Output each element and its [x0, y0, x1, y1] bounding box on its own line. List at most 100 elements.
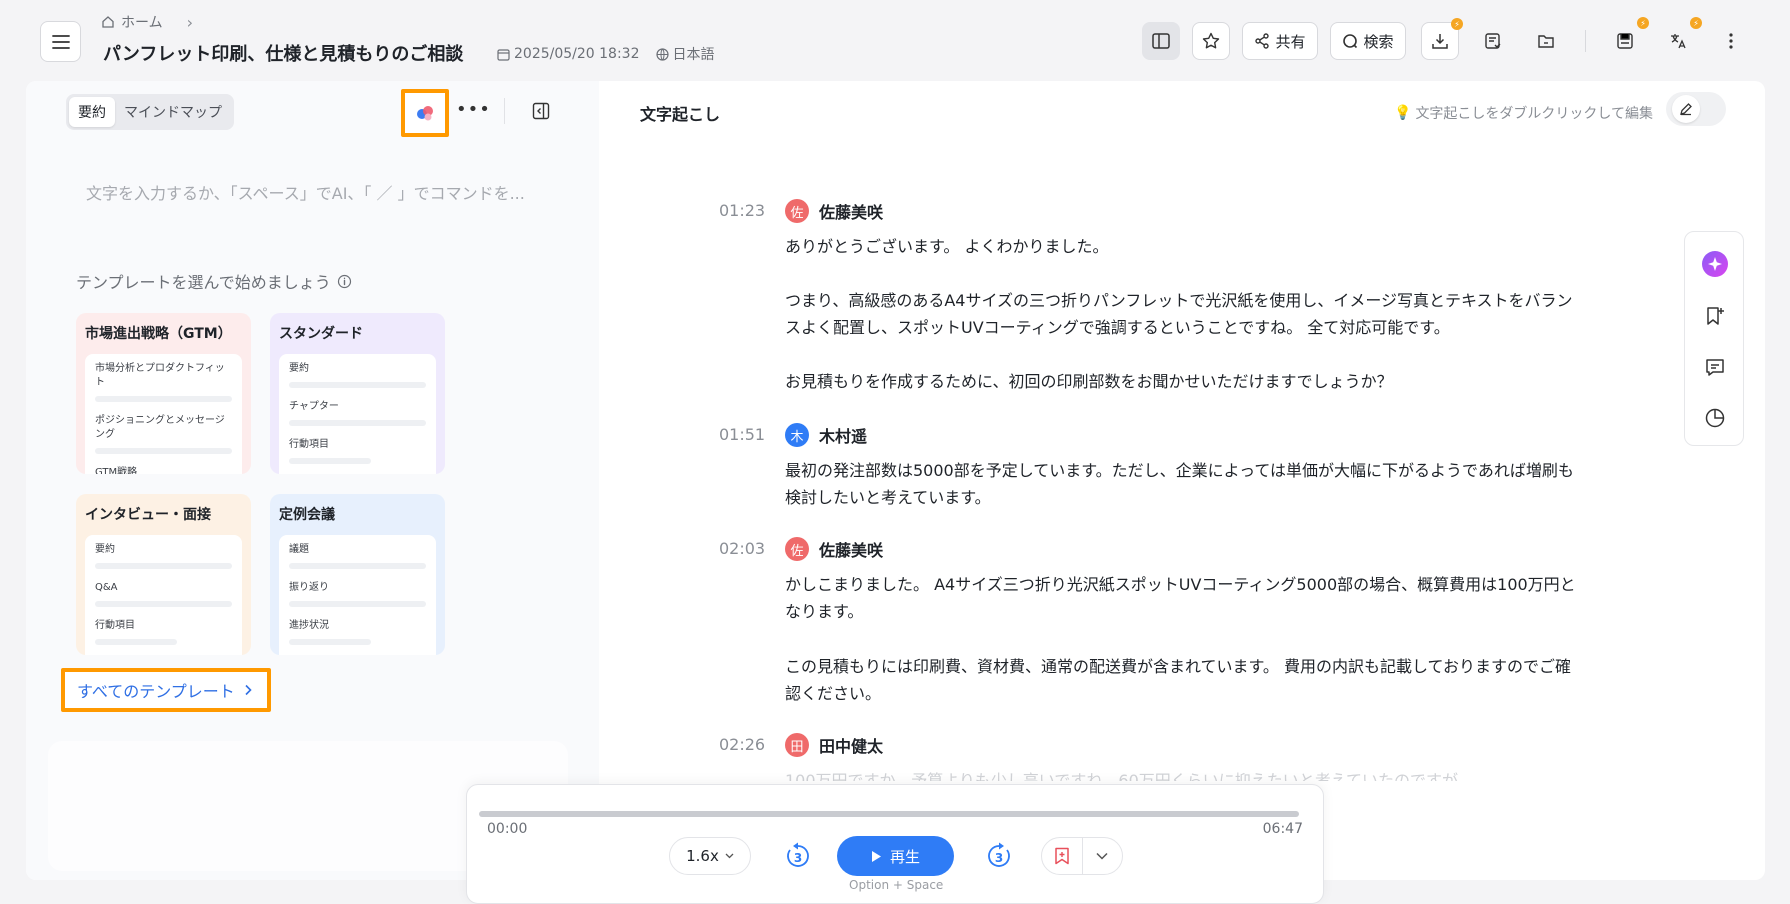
app-header: ホーム › パンフレット印刷、仕様と見積もりのご相談 2025/05/20 18… [0, 0, 1790, 80]
layout-toggle-button[interactable] [1142, 22, 1180, 60]
placeholder-bar [289, 601, 426, 607]
tab-summary[interactable]: 要約 [69, 97, 115, 127]
template-card-standard[interactable]: スタンダード 要約 チャプター 行動項目 [270, 313, 445, 474]
ai-sparkle-button[interactable] [1701, 250, 1729, 278]
more-options-button[interactable] [1712, 22, 1750, 60]
folder-icon [1538, 35, 1554, 48]
all-templates-link[interactable]: すべてのテンプレート [61, 668, 271, 712]
play-shortcut-hint: Option + Space [849, 878, 944, 892]
bookmark-options-button[interactable] [1081, 838, 1122, 874]
play-label: 再生 [889, 847, 920, 866]
play-button[interactable]: 再生 [837, 836, 954, 876]
vertical-dots-icon [1729, 33, 1733, 49]
bookmark-icon [1055, 847, 1069, 865]
rewind-seconds: 3 [793, 851, 803, 865]
panel-collapse-icon [532, 102, 550, 120]
timestamp[interactable]: 02:03 [719, 539, 765, 558]
document-export-icon [1485, 33, 1501, 49]
timestamp[interactable]: 01:23 [719, 201, 765, 220]
transcript-paragraph[interactable]: かしこまりました。 A4サイズ三つ折り光沢紙スポットUVコーティング5000部の… [785, 571, 1585, 625]
save-button[interactable]: ⚡ [1606, 17, 1649, 60]
avatar: 佐 [785, 537, 809, 561]
template-item: チャプター [289, 401, 339, 412]
transcript-paragraph[interactable]: つまり、高級感のあるA4サイズの三つ折りパンフレットで光沢紙を使用し、イメージ写… [785, 287, 1585, 341]
share-icon [1255, 33, 1270, 49]
speaker-name[interactable]: 佐藤美咲 [819, 199, 883, 223]
template-item: 行動項目 [289, 439, 329, 450]
search-icon [1343, 34, 1358, 49]
export-doc-button[interactable] [1474, 22, 1512, 60]
avatar: 田 [785, 733, 809, 757]
download-icon [1432, 34, 1448, 49]
chevron-right-icon: › [186, 12, 193, 32]
move-folder-button[interactable] [1527, 22, 1565, 60]
sidebar-layout-icon [1152, 33, 1170, 49]
language-meta[interactable]: 日本語 [655, 44, 715, 64]
transcript-paragraph[interactable]: この見積もりには印刷費、資材費、通常の配送費が含まれています。 費用の内訳も記載… [785, 653, 1585, 707]
menu-button[interactable] [40, 21, 81, 62]
ai-assistant-button[interactable] [401, 89, 449, 137]
speaker-name[interactable]: 木村遥 [819, 423, 867, 447]
home-icon [102, 16, 114, 28]
premium-badge-icon: ⚡ [1690, 17, 1702, 29]
download-button[interactable]: ⚡ [1421, 18, 1463, 60]
bookmark-button[interactable] [1042, 838, 1082, 874]
summary-panel: 要約 マインドマップ ••• 文字を入力するか、「スペース」でAI、「 ／ 」で… [26, 81, 599, 880]
timestamp[interactable]: 01:51 [719, 425, 765, 444]
search-button[interactable]: 検索 [1330, 22, 1406, 60]
duration: 06:47 [1262, 821, 1303, 837]
breadcrumb-home[interactable]: ホーム [121, 12, 163, 32]
speaker-name[interactable]: 佐藤美咲 [819, 537, 883, 561]
template-item: GTM戦略 [95, 467, 138, 474]
translate-button[interactable]: ⚡ [1659, 17, 1702, 60]
chevron-down-icon [1096, 852, 1109, 860]
transcript-hint: 💡 文字起こしをダブルクリックして編集 [1394, 103, 1653, 123]
favorite-button[interactable] [1192, 22, 1230, 60]
summary-editor[interactable]: 文字を入力するか、「スペース」でAI、「 ／ 」でコマンドを... [86, 180, 525, 204]
template-card-regular-meeting[interactable]: 定例会議 議題 振り返り 進捗状況 [270, 494, 445, 655]
calendar-icon [497, 48, 510, 61]
collapse-panel-button[interactable] [532, 102, 550, 124]
template-title: インタビュー・面接 [85, 507, 211, 523]
template-card-interview[interactable]: インタビュー・面接 要約 Q&A 行動項目 [76, 494, 251, 655]
template-preview: 要約 Q&A 行動項目 [85, 535, 242, 655]
edit-mode-toggle[interactable] [1666, 92, 1726, 126]
comments-button[interactable] [1701, 354, 1729, 382]
toolbar-divider [1585, 30, 1586, 52]
transcript-paragraph[interactable]: ありがとうございます。 よくわかりました。 [785, 233, 1585, 260]
template-preview: 市場分析とプロダクトフィット ポジショニングとメッセージング GTM戦略 [85, 354, 242, 474]
template-card-gtm[interactable]: 市場進出戦略（GTM） 市場分析とプロダクトフィット ポジショニングとメッセージ… [76, 313, 251, 474]
info-icon[interactable] [337, 274, 352, 289]
page-title[interactable]: パンフレット印刷、仕様と見積もりのご相談 [103, 40, 463, 66]
ai-palette-icon [417, 106, 433, 121]
speaker-header: 佐 佐藤美咲 [785, 537, 883, 561]
toggle-knob [1672, 95, 1700, 123]
placeholder-bar [289, 382, 426, 388]
transcript-paragraph[interactable]: 100万円ですか。予算よりも少し高いですね。60万円くらいに抑えたいと考えていた… [785, 767, 1585, 781]
transcript-paragraph[interactable]: お見積もりを作成するために、初回の印刷部数をお聞かせいただけますでしょうか？ [785, 368, 1585, 395]
avatar: 佐 [785, 199, 809, 223]
header-toolbar: 共有 検索 ⚡ ⚡ ⚡ [1142, 17, 1750, 61]
template-title: 定例会議 [279, 507, 335, 523]
speaker-name[interactable]: 田中健太 [819, 733, 883, 757]
translate-icon [1671, 34, 1686, 49]
transcript-paragraph[interactable]: 最初の発注部数は5000部を予定しています。ただし、企業によっては単価が大幅に下… [785, 457, 1585, 511]
timestamp[interactable]: 02:26 [719, 735, 765, 754]
placeholder-bar [95, 448, 232, 454]
transcript-hint-text: 文字起こしをダブルクリックして編集 [1415, 106, 1654, 122]
current-time: 00:00 [487, 821, 528, 837]
template-prompt: テンプレートを選んで始めましょう [76, 269, 352, 293]
placeholder-bar [289, 458, 372, 464]
more-icon[interactable]: ••• [456, 99, 491, 120]
date-meta: 2025/05/20 18:32 [497, 46, 640, 62]
playback-speed-select[interactable]: 1.6x [669, 837, 751, 875]
globe-icon [655, 47, 669, 61]
breadcrumb: ホーム › [101, 12, 193, 32]
tab-mindmap[interactable]: マインドマップ [115, 97, 231, 127]
bookmark-add-icon [1707, 307, 1724, 325]
progress-track[interactable] [479, 811, 1299, 817]
template-item: 要約 [289, 363, 309, 374]
share-button[interactable]: 共有 [1242, 22, 1318, 60]
add-bookmark-button[interactable] [1701, 302, 1729, 330]
analytics-button[interactable] [1701, 404, 1729, 432]
